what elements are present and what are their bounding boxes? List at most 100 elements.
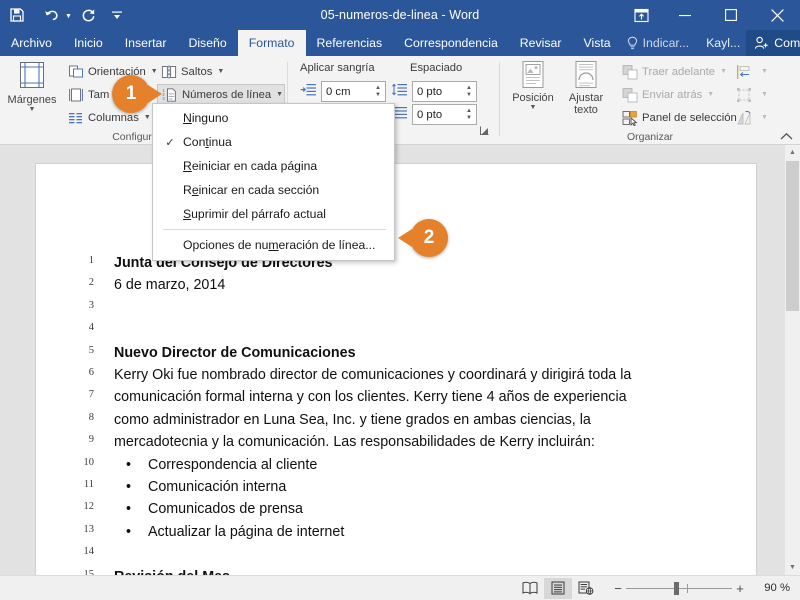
bring-forward-icon [622,64,638,80]
menu-item[interactable]: Reinicar en cada sección [153,178,394,202]
indent-left-icon [300,82,317,99]
tab-insertar[interactable]: Insertar [114,30,178,56]
send-backward-button[interactable]: Enviar atrás ▼ [618,84,718,105]
spacing-before-spinner[interactable]: ▲ ▼ [464,82,474,101]
tab-referencias[interactable]: Referencias [306,30,394,56]
print-layout-icon[interactable] [544,577,572,599]
paragraph-dialog-launcher[interactable] [480,126,489,135]
read-mode-icon[interactable] [516,578,544,599]
spacing-group-label: Espaciado [410,62,463,74]
ribbon-display-options-icon[interactable] [620,0,662,30]
bullet-list-item: • Correspondencia al cliente [126,456,318,473]
tab-diseno[interactable]: Diseño [177,30,237,56]
bullet-list-item: • Comunicados de prensa [126,501,303,518]
line-numbers-dropdown-icon[interactable]: ▼ [276,91,283,98]
wrap-text-icon [570,60,602,90]
align-objects-button[interactable]: ▼ [732,61,772,82]
bring-forward-dropdown-icon[interactable]: ▼ [720,68,727,75]
zoom-out-button[interactable]: − [610,581,626,596]
word-application-window: ▼ 05-numeros-de-linea - Word Archivo Ini… [0,0,800,600]
menu-item[interactable]: Ninguno [153,106,394,130]
user-account-label[interactable]: Kayl... [700,30,746,56]
breaks-dropdown-icon[interactable]: ▼ [217,68,224,75]
bring-forward-button[interactable]: Traer adelante ▼ [618,61,731,82]
line-number: 4 [88,322,94,334]
scroll-up-icon[interactable]: ▲ [785,145,800,160]
zoom-slider-handle[interactable] [674,582,679,595]
tab-inicio[interactable]: Inicio [63,30,114,56]
tab-vista[interactable]: Vista [572,30,621,56]
line-number: 10 [83,456,95,468]
position-button[interactable]: Posición ▼ [506,60,560,111]
zoom-in-button[interactable]: + [732,581,748,596]
line-number: 2 [88,277,94,289]
zoom-slider[interactable] [626,582,732,595]
group-objects-dropdown-icon[interactable]: ▼ [761,91,768,98]
callout-badge-2: 2 [398,219,448,257]
menu-item[interactable]: Suprimir del párrafo actual [153,202,394,226]
menu-item[interactable]: Opciones de numeración de línea... [153,233,394,257]
tab-revisar[interactable]: Revisar [509,30,573,56]
bullet-list-item: • Actualizar la página de internet [126,523,345,540]
orientation-button[interactable]: Orientación ▼ [64,61,162,82]
spacing-before-input[interactable]: 0 pto ▲ ▼ [412,81,477,102]
scroll-down-icon[interactable]: ▼ [785,560,800,575]
tab-correspondencia[interactable]: Correspondencia [393,30,509,56]
indent-left-input[interactable]: 0 cm ▲ ▼ [321,81,386,102]
columns-button[interactable]: Columnas ▼ [64,107,155,128]
zoom-level-label[interactable]: 90 % [756,582,800,594]
tab-archivo[interactable]: Archivo [0,30,63,56]
menu-item-label: Continua [183,135,232,149]
align-objects-dropdown-icon[interactable]: ▼ [761,68,768,75]
share-button[interactable]: Compartir [746,30,800,56]
share-person-icon [754,36,769,50]
rotate-objects-button[interactable]: ▼ [732,107,772,128]
tell-me-box[interactable]: Indicar... [622,30,700,56]
selection-pane-button[interactable]: Panel de selección [618,107,741,128]
line-numbers-button[interactable]: 123 Números de línea ▼ [157,84,285,105]
send-backward-icon [622,87,638,103]
bring-forward-label: Traer adelante [642,65,716,78]
tab-formato[interactable]: Formato [237,30,306,56]
margins-dropdown-icon[interactable]: ▼ [29,106,36,113]
send-backward-dropdown-icon[interactable]: ▼ [707,91,714,98]
bullet-icon: • [126,456,132,473]
spacing-before-icon [391,82,408,99]
line-number: 3 [88,299,94,311]
spacing-after-spinner[interactable]: ▲ ▼ [464,105,474,124]
close-icon[interactable] [754,0,800,30]
margins-button[interactable]: Márgenes ▼ [5,60,59,113]
scrollbar-thumb[interactable] [786,161,799,311]
size-label: Tam [88,88,110,101]
spacing-after-input[interactable]: 0 pto ▲ ▼ [412,104,477,125]
document-page[interactable]: 1 Junta del Consejo de Directores 2 6 de ma… [35,163,757,575]
vertical-scrollbar[interactable]: ▲ ▼ [785,145,800,575]
wrap-text-button[interactable]: Ajustar texto [558,60,614,116]
maximize-icon[interactable] [708,0,754,30]
margins-icon [15,60,49,92]
position-icon [517,60,549,90]
web-layout-icon[interactable] [572,578,600,599]
document-line: 14 [36,546,756,568]
breaks-button[interactable]: Saltos ▼ [157,61,228,82]
selection-pane-label: Panel de selección [642,111,737,124]
minimize-icon[interactable] [662,0,708,30]
document-text: Kerry Oki fue nombrado director de comun… [114,367,632,383]
menu-item[interactable]: Reiniciar en cada página [153,154,394,178]
line-number: 13 [83,523,95,535]
collapse-ribbon-icon[interactable] [780,132,793,141]
document-line: 2 6 de marzo, 2014 [36,277,756,299]
zoom-slider-tick [687,584,688,593]
group-objects-button[interactable]: ▼ [732,84,772,105]
spacing-before-value: 0 pto [417,85,443,98]
check-icon: ✓ [165,136,175,149]
size-button[interactable]: Tam [64,84,113,105]
rotate-objects-dropdown-icon[interactable]: ▼ [761,114,768,121]
zoom-slider-track [626,588,732,589]
indent-left-spinner[interactable]: ▲ ▼ [373,82,383,101]
bullet-icon: • [126,479,132,495]
line-numbers-label: Números de línea [182,88,272,101]
position-dropdown-icon[interactable]: ▼ [530,104,537,111]
menu-item[interactable]: ✓ Continua [153,130,394,154]
columns-dropdown-icon[interactable]: ▼ [144,114,151,121]
